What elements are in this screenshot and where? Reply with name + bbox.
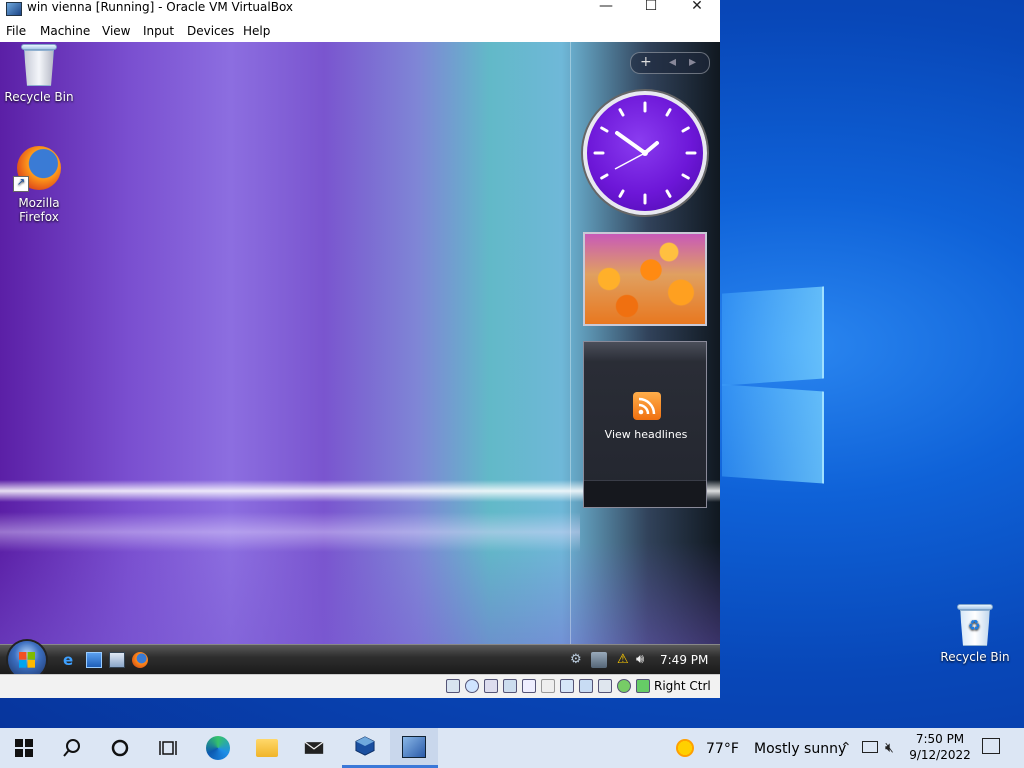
host-taskbar: 77°F Mostly sunny ⌃ 🔇︎ 7:50 PM 9/12/2022 <box>0 728 1024 768</box>
clock-face-icon <box>593 101 697 205</box>
menu-help[interactable]: Help <box>243 24 270 38</box>
search-icon <box>63 739 80 757</box>
edge-icon <box>206 736 230 760</box>
vista-sidebar-divider <box>570 42 571 644</box>
slideshow-gadget[interactable] <box>583 232 707 326</box>
sun-icon <box>676 739 694 757</box>
network-icon[interactable] <box>503 679 517 693</box>
internet-explorer-icon[interactable]: e <box>63 652 79 668</box>
add-gadget-button[interactable]: + <box>640 54 652 70</box>
close-button[interactable]: ✕ <box>674 0 720 14</box>
security-warning-icon[interactable]: ⚠ <box>617 652 633 668</box>
host-clock-time: 7:50 PM <box>915 732 965 746</box>
virtualbox-window-icon <box>6 2 22 16</box>
menu-file[interactable]: File <box>6 24 26 38</box>
volume-muted-icon[interactable]: 🔇︎ <box>885 740 894 756</box>
host-recycle-bin-label: Recycle Bin <box>940 650 1010 664</box>
virtualbox-vm-window: win vienna [Running] - Oracle VM Virtual… <box>0 0 720 698</box>
menu-devices[interactable]: Devices <box>187 24 234 38</box>
minimize-button[interactable]: — <box>583 0 629 14</box>
guest-firefox-label: Mozilla Firefox <box>18 196 60 224</box>
network-icon[interactable] <box>862 741 878 753</box>
cortana-button[interactable] <box>96 728 144 768</box>
vista-start-button[interactable] <box>8 641 46 674</box>
file-explorer-icon <box>256 739 278 757</box>
usb-icon[interactable] <box>522 679 536 693</box>
task-view-button[interactable] <box>144 728 192 768</box>
guest-recycle-bin-label: Recycle Bin <box>4 90 74 104</box>
windows-flag-icon <box>19 652 35 668</box>
windows-start-icon <box>15 739 33 757</box>
guest-taskbar: e ⚙ ⚠ 🔊︎ 7:49 PM <box>0 641 720 674</box>
weather-condition: Mostly sunny <box>754 741 847 757</box>
menu-input[interactable]: Input <box>143 24 174 38</box>
start-button[interactable] <box>0 728 48 768</box>
guest-recycle-bin[interactable]: Recycle Bin <box>0 44 78 104</box>
view-headlines-link[interactable]: View headlines <box>584 428 708 441</box>
rss-icon <box>633 392 661 420</box>
vm-statusbar: Right Ctrl <box>0 674 720 698</box>
mail-icon <box>304 741 324 754</box>
cpu-icon[interactable] <box>598 679 612 693</box>
search-button[interactable] <box>48 728 96 768</box>
gadget-next-button[interactable]: ▸ <box>689 54 696 70</box>
shared-folder-icon[interactable] <box>541 679 555 693</box>
task-view-icon <box>159 741 177 755</box>
recycle-bin-icon: ♻ <box>957 604 993 646</box>
file-explorer-taskbar-button[interactable] <box>242 728 290 768</box>
gadget-prev-button[interactable]: ◂ <box>669 54 676 70</box>
hard-disk-icon[interactable] <box>446 679 460 693</box>
vm-menubar: File Machine View Input Devices Help <box>0 20 720 42</box>
vista-vm-taskbar-button[interactable] <box>390 728 438 768</box>
switch-windows-icon[interactable] <box>109 652 125 668</box>
recycle-bin-icon <box>21 44 57 86</box>
weather-temperature: 77°F <box>706 741 739 757</box>
video-capture-icon[interactable] <box>579 679 593 693</box>
show-desktop-icon[interactable] <box>86 652 102 668</box>
cortana-icon <box>111 739 129 757</box>
mail-taskbar-button[interactable] <box>292 728 340 768</box>
vm-window-title: win vienna [Running] - Oracle VM Virtual… <box>27 0 294 14</box>
host-recycle-bin[interactable]: ♻ Recycle Bin <box>937 604 1013 664</box>
maximize-button[interactable]: ☐ <box>628 0 674 14</box>
network-icon[interactable]: ⚙ <box>570 652 586 668</box>
action-center-icon[interactable] <box>982 738 1000 754</box>
virtualbox-taskbar-button[interactable] <box>342 728 390 768</box>
audio-icon[interactable] <box>484 679 498 693</box>
optical-drive-icon[interactable] <box>465 679 479 693</box>
monitor-icon[interactable] <box>591 652 607 668</box>
firefox-icon[interactable] <box>132 652 148 668</box>
vm-titlebar[interactable]: win vienna [Running] - Oracle VM Virtual… <box>0 0 720 20</box>
windows-logo-wallpaper <box>722 286 824 484</box>
chevron-up-icon[interactable]: ⌃ <box>840 740 852 756</box>
shortcut-arrow-icon: ↗ <box>13 176 29 192</box>
host-clock[interactable]: 7:50 PM 9/12/2022 <box>906 731 974 763</box>
sidebar-gadget-controls: + ◂ ▸ <box>630 52 710 74</box>
vista-vm-icon <box>402 736 426 758</box>
keyboard-icon[interactable] <box>636 679 650 693</box>
volume-icon[interactable]: 🔊︎ <box>636 652 652 668</box>
display-icon[interactable] <box>560 679 574 693</box>
mouse-integration-icon[interactable] <box>617 679 631 693</box>
menu-machine[interactable]: Machine <box>40 24 90 38</box>
firefox-icon: ↗ <box>13 146 61 192</box>
host-clock-date: 9/12/2022 <box>909 748 971 762</box>
guest-clock[interactable]: 7:49 PM <box>660 653 708 667</box>
edge-taskbar-button[interactable] <box>194 728 242 768</box>
feed-headlines-gadget[interactable]: View headlines <box>583 341 707 508</box>
guest-firefox-shortcut[interactable]: ↗ Mozilla Firefox <box>0 146 78 224</box>
guest-desktop[interactable]: Recycle Bin ↗ Mozilla Firefox + ◂ ▸ View… <box>0 42 720 674</box>
clock-gadget[interactable] <box>583 91 707 215</box>
menu-view[interactable]: View <box>102 24 130 38</box>
host-key-label: Right Ctrl <box>654 679 711 693</box>
virtualbox-icon <box>355 736 375 756</box>
